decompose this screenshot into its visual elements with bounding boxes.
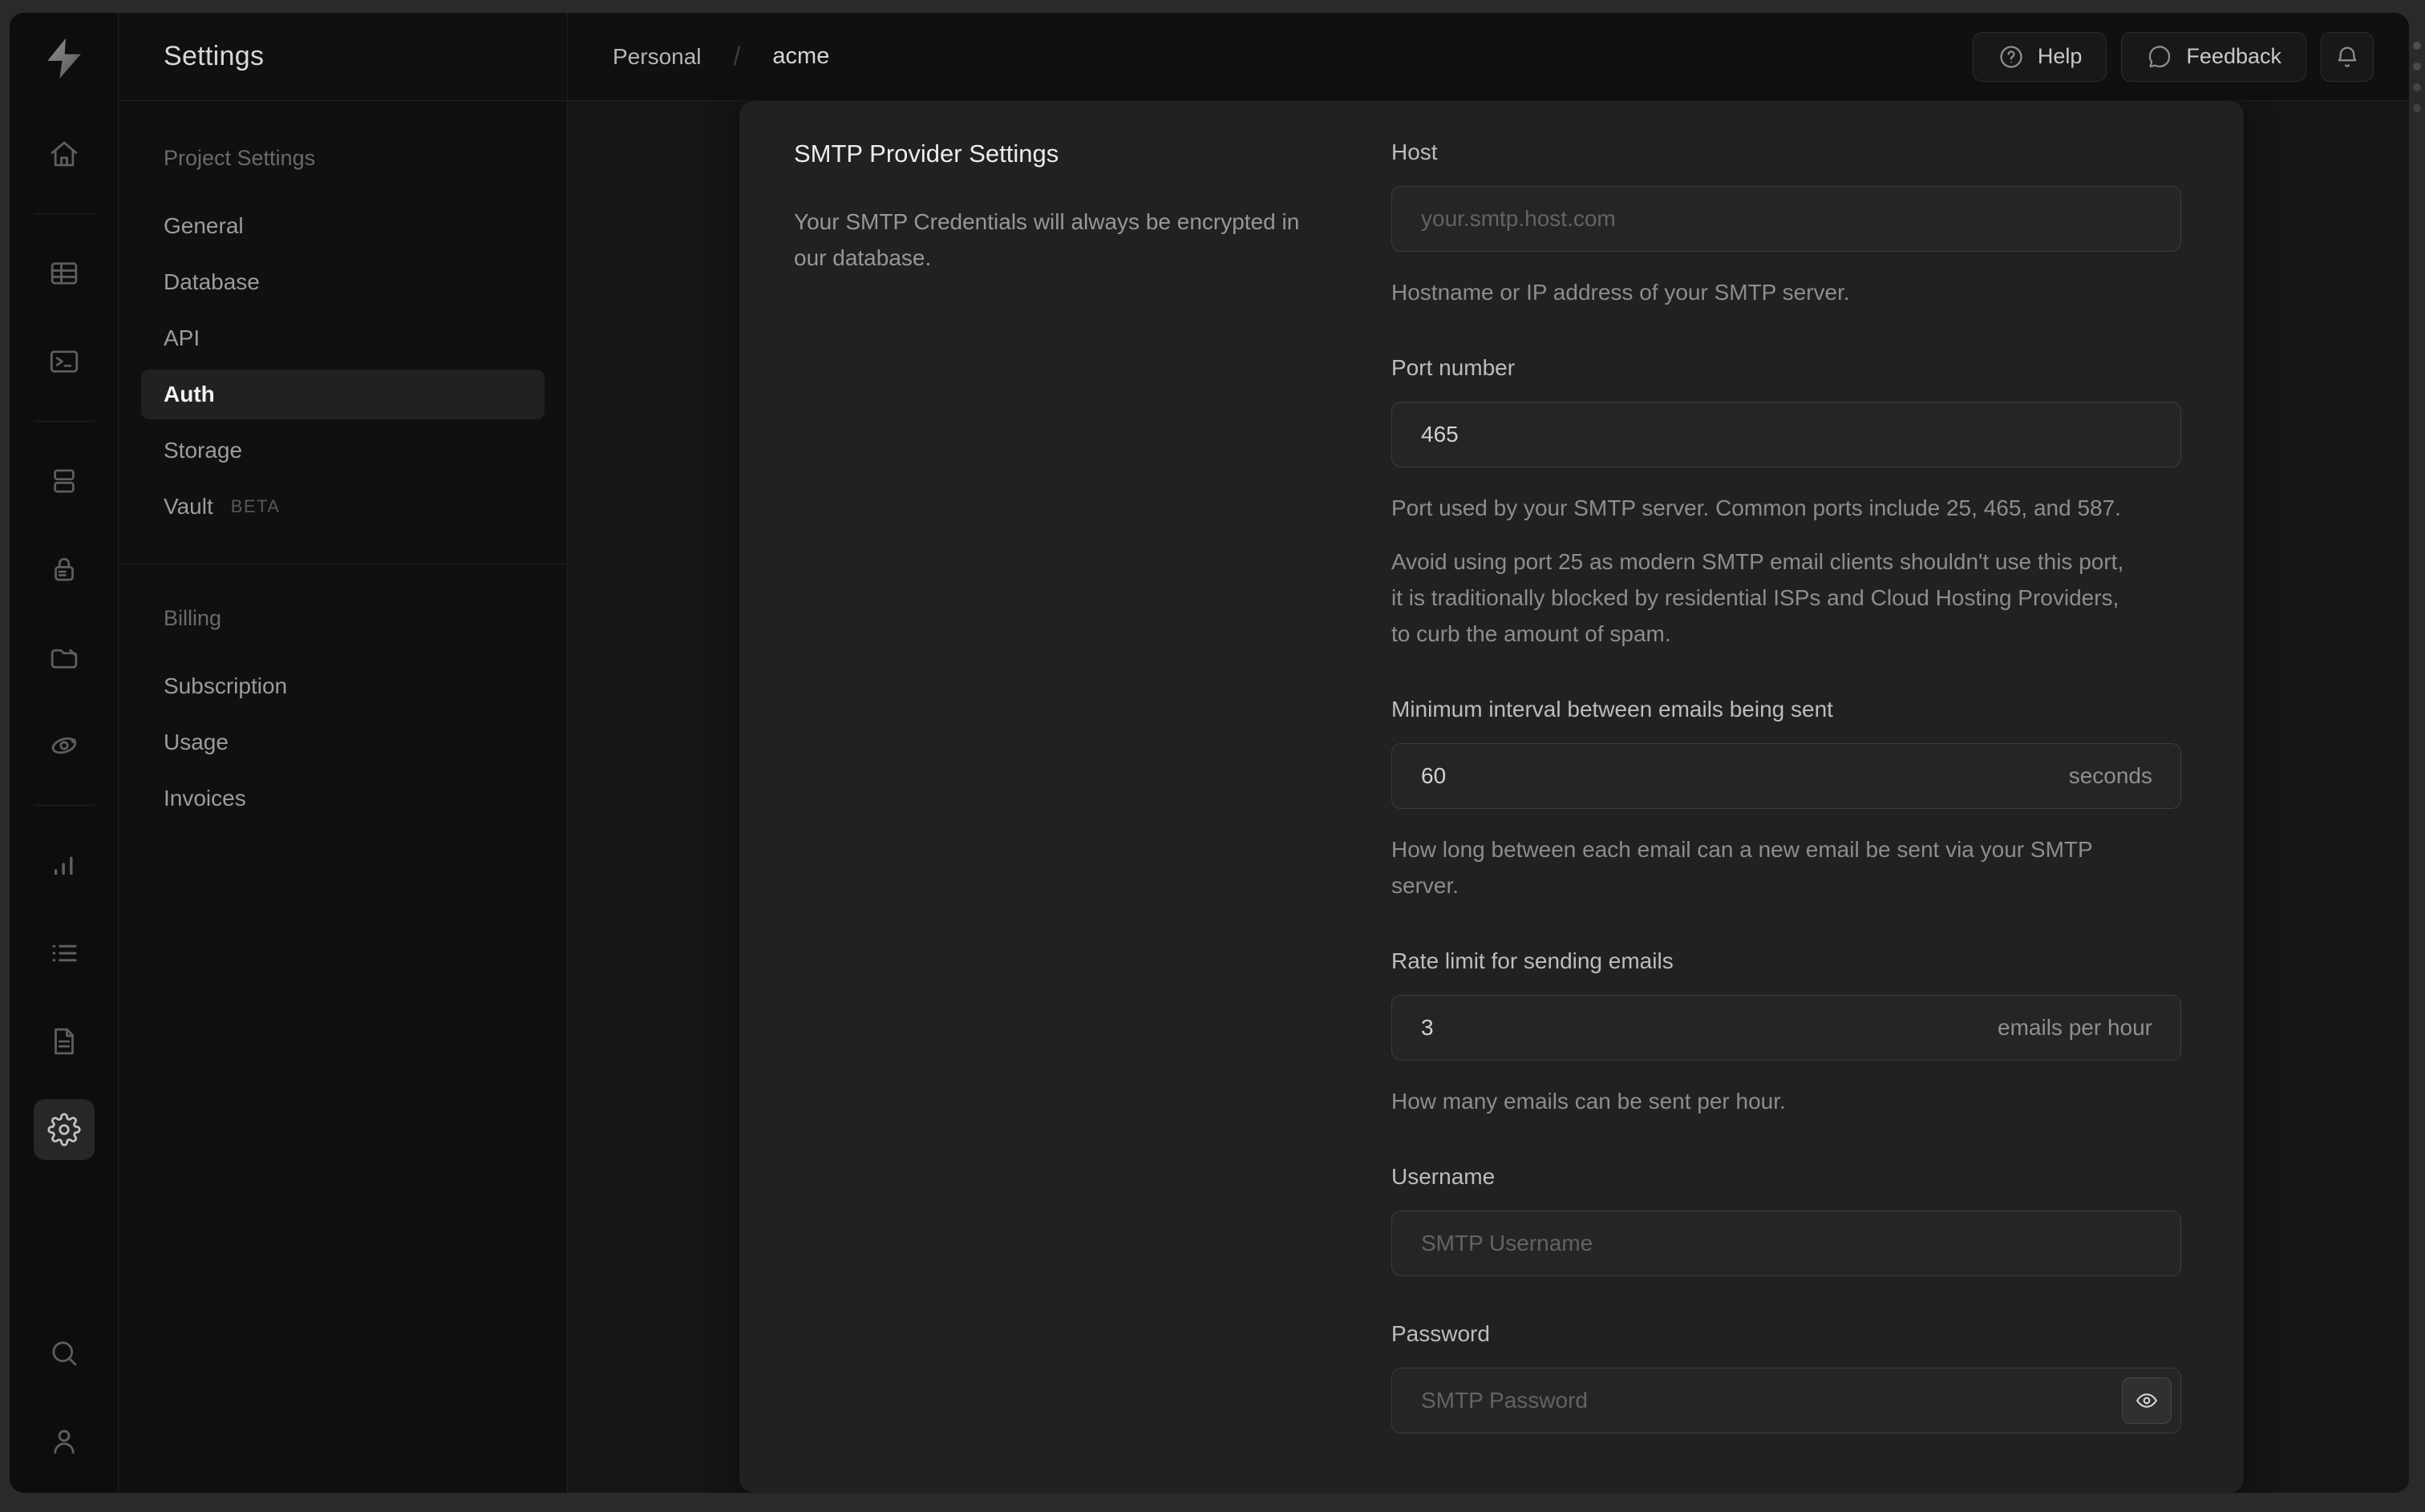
logs-icon[interactable] <box>34 923 95 984</box>
rate-limit-input-wrap: emails per hour <box>1391 995 2181 1061</box>
field-password: Password <box>1391 1321 2181 1433</box>
help-button-label: Help <box>2037 44 2083 68</box>
bell-icon <box>2334 43 2361 71</box>
card-intro: SMTP Provider Settings Your SMTP Credent… <box>794 139 1323 1493</box>
help-circle-icon <box>1998 43 2025 71</box>
edge-functions-icon[interactable] <box>34 715 95 776</box>
username-input[interactable] <box>1391 1211 2181 1276</box>
eye-icon <box>2135 1389 2159 1413</box>
sidebar-item-auth[interactable]: Auth <box>141 370 545 419</box>
icon-rail <box>10 13 119 1493</box>
beta-badge: BETA <box>230 496 281 516</box>
sidebar-item-vault[interactable]: Vault BETA <box>141 482 545 532</box>
breadcrumb-separator: / <box>733 42 741 71</box>
docs-icon[interactable] <box>34 1011 95 1072</box>
field-port: Port number Port used by your SMTP serve… <box>1391 355 2181 652</box>
sidebar-item-usage[interactable]: Usage <box>141 718 545 767</box>
field-username: Username <box>1391 1164 2181 1276</box>
page-scrollbar[interactable] <box>2413 42 2421 50</box>
rate-limit-helper: How many emails can be sent per hour. <box>1391 1089 1786 1114</box>
sidebar-menu: Project Settings General Database API Au… <box>119 101 567 830</box>
sidebar-item-subscription[interactable]: Subscription <box>141 661 545 711</box>
top-actions: Help Feedback <box>1972 31 2374 82</box>
main-area: Personal / acme Help Feedback SMTP Provi… <box>568 13 2409 1493</box>
sql-editor-icon[interactable] <box>34 331 95 392</box>
rail-divider <box>34 213 94 214</box>
host-helper: Hostname or IP address of your SMTP serv… <box>1391 280 1850 305</box>
field-host: Host Hostname or IP address of your SMTP… <box>1391 139 2181 310</box>
settings-sidebar: Settings Project Settings General Databa… <box>119 13 568 1493</box>
min-interval-helper: How long between each email can a new em… <box>1391 837 2093 898</box>
password-label: Password <box>1391 1321 1490 1346</box>
top-bar: Personal / acme Help Feedback <box>568 13 2409 101</box>
rail-divider <box>34 421 94 422</box>
rate-limit-label: Rate limit for sending emails <box>1391 948 1674 973</box>
port-label: Port number <box>1391 355 1516 380</box>
storage-icon[interactable] <box>34 627 95 688</box>
card-description: Your SMTP Credentials will always be enc… <box>794 209 1300 270</box>
home-icon[interactable] <box>34 123 95 184</box>
sidebar-item-label: Vault <box>164 494 213 519</box>
card-title: SMTP Provider Settings <box>794 139 1059 168</box>
auth-lock-icon[interactable] <box>34 539 95 600</box>
settings-gear-icon[interactable] <box>33 1099 95 1160</box>
toggle-password-visibility-button[interactable] <box>2122 1377 2172 1424</box>
min-interval-label: Minimum interval between emails being se… <box>1391 697 1833 722</box>
sidebar-item-general[interactable]: General <box>141 201 545 251</box>
username-input-wrap <box>1391 1211 2181 1276</box>
feedback-button-label: Feedback <box>2186 44 2281 68</box>
password-input-wrap <box>1391 1368 2181 1433</box>
content-area: SMTP Provider Settings Your SMTP Credent… <box>568 101 2409 1493</box>
rate-limit-input[interactable] <box>1391 995 2181 1061</box>
search-icon[interactable] <box>34 1323 95 1384</box>
user-profile-icon[interactable] <box>34 1411 95 1472</box>
smtp-settings-card: SMTP Provider Settings Your SMTP Credent… <box>739 101 2244 1493</box>
reports-icon[interactable] <box>34 835 95 895</box>
port-helper-2: Avoid using port 25 as modern SMTP email… <box>1391 549 2124 646</box>
sidebar-item-database[interactable]: Database <box>141 257 545 307</box>
sidebar-item-storage[interactable]: Storage <box>141 426 545 475</box>
section-header-billing: Billing <box>164 606 222 630</box>
sidebar-header: Settings <box>119 13 567 101</box>
sidebar-item-invoices[interactable]: Invoices <box>141 774 545 823</box>
port-input[interactable] <box>1391 402 2181 467</box>
rail-divider <box>34 805 94 806</box>
notifications-button[interactable] <box>2321 31 2374 82</box>
port-input-wrap <box>1391 402 2181 467</box>
password-input[interactable] <box>1391 1368 2181 1433</box>
host-label: Host <box>1391 139 1438 164</box>
breadcrumb-org[interactable]: Personal <box>613 44 702 70</box>
breadcrumb-project[interactable]: acme <box>772 43 829 70</box>
supabase-logo-icon[interactable] <box>41 35 87 82</box>
host-input-wrap <box>1391 186 2181 252</box>
min-interval-input-wrap: seconds <box>1391 743 2181 809</box>
smtp-form: Host Hostname or IP address of your SMTP… <box>1391 139 2181 1493</box>
field-rate-limit: Rate limit for sending emails emails per… <box>1391 948 2181 1119</box>
username-label: Username <box>1391 1164 1496 1189</box>
database-icon[interactable] <box>34 451 95 511</box>
chat-bubble-icon <box>2146 43 2173 71</box>
help-button[interactable]: Help <box>1972 31 2107 82</box>
host-input[interactable] <box>1391 186 2181 252</box>
feedback-button[interactable]: Feedback <box>2121 31 2306 82</box>
sidebar-item-api[interactable]: API <box>141 313 545 363</box>
app-window: Settings Project Settings General Databa… <box>10 13 2409 1493</box>
section-header-project-settings: Project Settings <box>164 146 316 170</box>
table-editor-icon[interactable] <box>34 243 95 304</box>
min-interval-input[interactable] <box>1391 743 2181 809</box>
page-title: Settings <box>164 41 265 71</box>
desktop: { "theme": { "outer_bg": "#2a2a2a", "win… <box>0 0 2425 1512</box>
field-min-interval: Minimum interval between emails being se… <box>1391 697 2181 904</box>
port-helper-1: Port used by your SMTP server. Common po… <box>1391 495 2121 520</box>
